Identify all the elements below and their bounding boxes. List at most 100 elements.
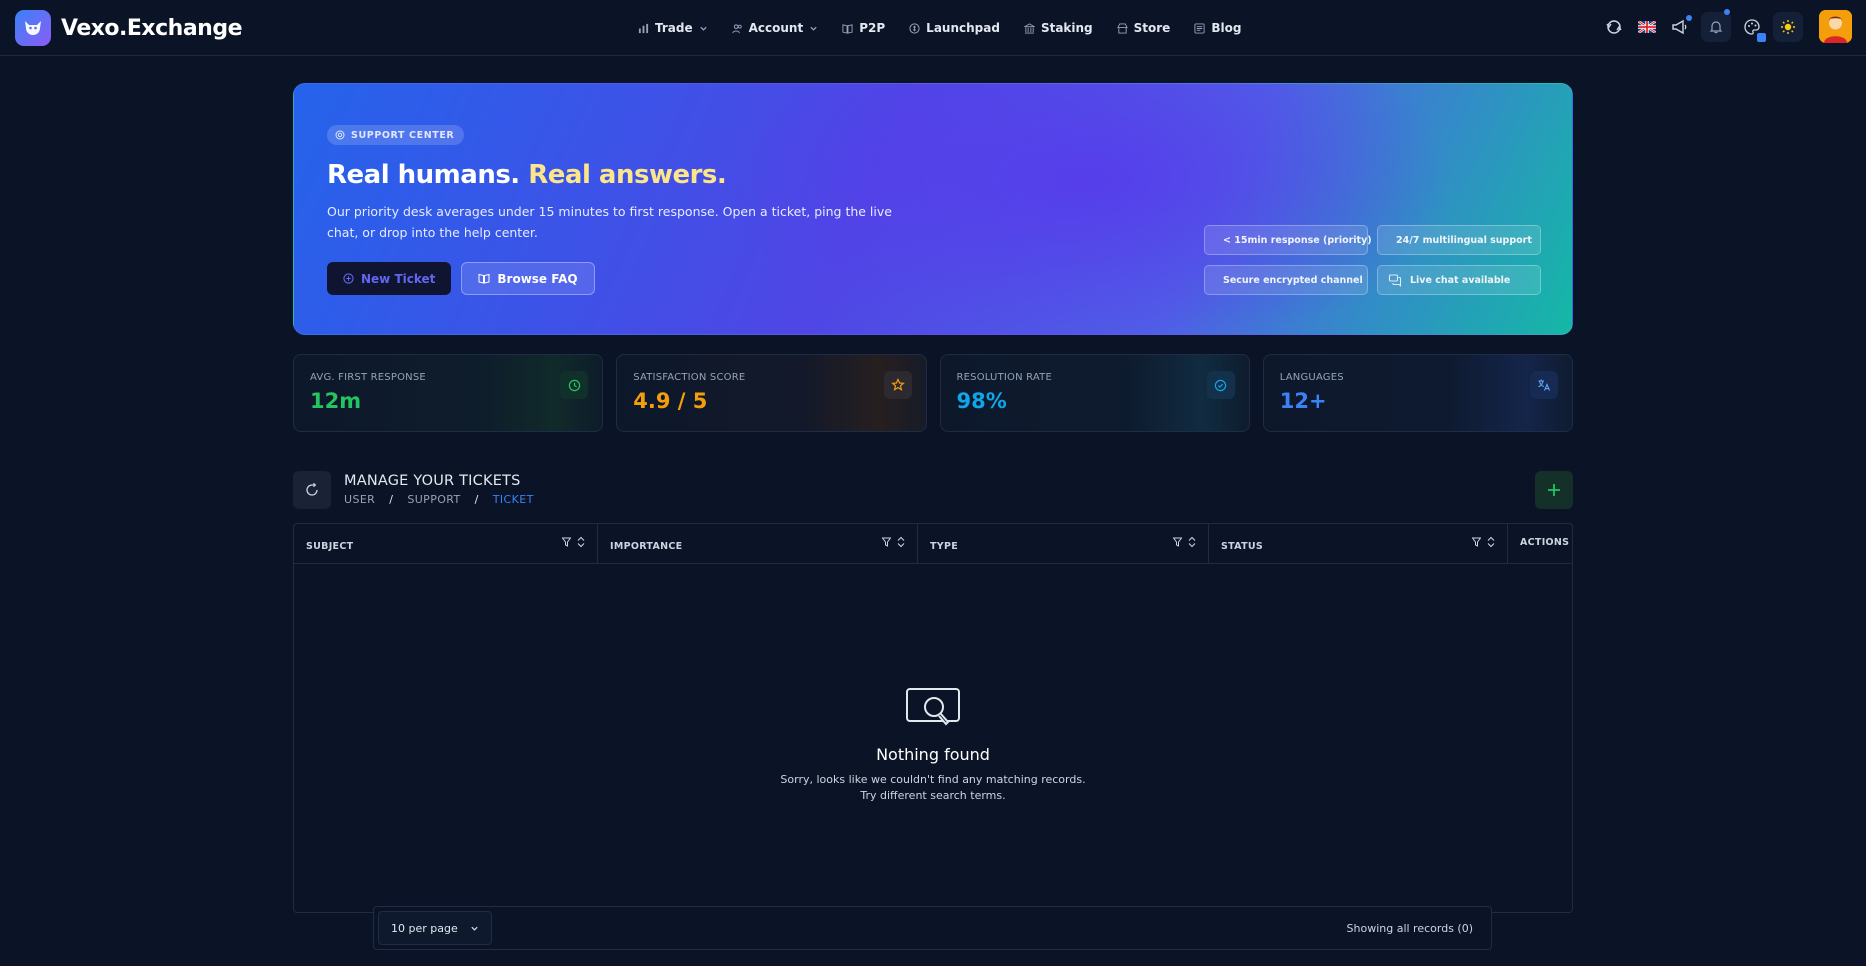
nav-item-blog[interactable]: Blog xyxy=(1194,18,1241,38)
stat-value: 4.9 / 5 xyxy=(633,389,708,413)
feature-multilingual: 24/7 multilingual support xyxy=(1377,225,1541,255)
header-actions xyxy=(1593,8,1852,43)
column-header-actions: ACTIONS xyxy=(1520,537,1570,548)
sort-icon[interactable] xyxy=(897,536,905,548)
hero-title: Real humans. Real answers. xyxy=(327,160,727,190)
notifications-button[interactable] xyxy=(1701,8,1731,42)
main-nav: Trade Account P2P Launchpad Staking Stor… xyxy=(638,18,1241,38)
stat-card-first-response: AVG. FIRST RESPONSE 12m xyxy=(293,354,604,432)
clock-icon xyxy=(560,371,589,399)
new-ticket-button[interactable]: New Ticket xyxy=(327,262,452,295)
sun-icon xyxy=(1781,19,1795,34)
book-open-icon xyxy=(478,273,490,284)
stat-card-resolution: RESOLUTION RATE 98% xyxy=(939,354,1250,432)
coin-icon xyxy=(909,22,920,34)
nav-item-label: P2P xyxy=(859,21,886,35)
chevron-down-icon xyxy=(471,926,478,931)
filter-icon[interactable] xyxy=(1173,537,1182,547)
user-avatar[interactable] xyxy=(1819,10,1852,43)
lifebuoy-icon xyxy=(335,130,345,140)
nav-item-p2p[interactable]: P2P xyxy=(842,18,885,38)
refresh-icon xyxy=(306,482,318,496)
support-stats: AVG. FIRST RESPONSE 12m SATISFACTION SCO… xyxy=(293,354,1573,432)
breadcrumb-separator: / xyxy=(389,493,394,506)
filter-icon[interactable] xyxy=(1472,537,1481,547)
nav-item-label: Launchpad xyxy=(926,21,1000,35)
breadcrumb-item-user[interactable]: USER xyxy=(344,493,375,506)
nav-item-label: Staking xyxy=(1040,21,1093,35)
per-page-select[interactable]: 10 per page xyxy=(378,911,492,945)
sort-icon[interactable] xyxy=(577,536,585,548)
announcement-icon[interactable] xyxy=(1668,14,1692,39)
column-header-importance[interactable]: IMPORTANCE xyxy=(598,524,918,564)
page-title: MANAGE YOUR TICKETS xyxy=(344,473,521,489)
book-icon xyxy=(842,23,853,34)
filter-icon[interactable] xyxy=(882,537,891,547)
top-navbar: Vexo.Exchange Trade Account P2P Launchpa… xyxy=(0,0,1866,56)
feature-live-chat: Live chat available xyxy=(1377,265,1541,295)
stat-card-satisfaction: SATISFACTION SCORE 4.9 / 5 xyxy=(616,354,927,432)
newspaper-icon xyxy=(1194,22,1205,34)
nav-item-label: Trade xyxy=(655,21,693,35)
refresh-button[interactable] xyxy=(293,471,331,509)
bell-icon xyxy=(1709,20,1723,33)
browse-faq-button[interactable]: Browse FAQ xyxy=(461,262,595,295)
nav-item-store[interactable]: Store xyxy=(1116,18,1171,38)
feature-response-time: < 15min response (priority) xyxy=(1204,225,1372,255)
plus-circle-icon xyxy=(343,273,354,284)
search-empty-icon xyxy=(905,687,961,729)
table-header: SUBJECT IMPORTANCE TYPE STATUS ACTIONS xyxy=(294,524,1572,564)
store-icon xyxy=(1116,22,1128,34)
nav-item-label: Account xyxy=(748,21,804,35)
column-header-status[interactable]: STATUS xyxy=(1209,524,1508,564)
chevron-down-icon xyxy=(699,26,707,31)
breadcrumb-separator: / xyxy=(474,493,479,506)
column-header-type[interactable]: TYPE xyxy=(918,524,1209,564)
nav-item-staking[interactable]: Staking xyxy=(1023,18,1093,38)
brand-name: Vexo.Exchange xyxy=(61,15,243,41)
uk-flag-icon[interactable] xyxy=(1635,15,1659,39)
currency-switch-icon[interactable] xyxy=(1602,15,1626,39)
translate-icon xyxy=(1530,371,1558,399)
sort-icon[interactable] xyxy=(1188,536,1196,548)
nav-item-trade[interactable]: Trade xyxy=(638,18,708,38)
stat-value: 12m xyxy=(310,389,362,413)
theme-toggle-button[interactable] xyxy=(1773,11,1803,42)
plus-icon xyxy=(1548,484,1560,496)
stat-value: 12+ xyxy=(1279,389,1327,413)
records-count: Showing all records (0) xyxy=(1346,922,1473,935)
brand-logo-icon xyxy=(15,10,51,46)
users-icon xyxy=(732,23,742,33)
nav-item-label: Blog xyxy=(1211,21,1242,35)
star-icon xyxy=(883,371,912,399)
nav-item-account[interactable]: Account xyxy=(732,18,819,38)
chevron-down-icon xyxy=(810,26,817,31)
column-header-subject[interactable]: SUBJECT xyxy=(294,524,598,564)
add-ticket-button[interactable] xyxy=(1535,471,1573,509)
stat-card-languages: LANGUAGES 12+ xyxy=(1262,354,1573,432)
support-center-badge: SUPPORT CENTER xyxy=(327,125,465,145)
table-footer: 10 per page Showing all records (0) xyxy=(373,906,1492,950)
nav-item-label: Store xyxy=(1133,21,1171,35)
stat-value: 98% xyxy=(956,389,1007,413)
bank-icon xyxy=(1023,22,1035,34)
hero-features: < 15min response (priority) 24/7 multili… xyxy=(1204,225,1541,295)
empty-state: Nothing found Sorry, looks like we could… xyxy=(294,687,1572,804)
empty-title: Nothing found xyxy=(876,745,990,764)
brand[interactable]: Vexo.Exchange xyxy=(15,10,243,46)
breadcrumb: USER / SUPPORT / TICKET xyxy=(344,493,534,506)
nav-item-launchpad[interactable]: Launchpad xyxy=(909,18,1000,38)
empty-message: Sorry, looks like we couldn't find any m… xyxy=(780,773,1086,802)
filter-icon[interactable] xyxy=(562,537,571,547)
chat-icon xyxy=(1388,274,1402,287)
check-circle-icon xyxy=(1206,371,1235,399)
breadcrumb-item-support[interactable]: SUPPORT xyxy=(407,493,460,506)
hero-subtitle: Our priority desk averages under 15 minu… xyxy=(327,204,892,240)
chart-bar-icon xyxy=(638,23,649,33)
tickets-table: SUBJECT IMPORTANCE TYPE STATUS ACTIONS N… xyxy=(293,523,1573,913)
sort-icon[interactable] xyxy=(1487,536,1495,548)
support-hero-banner: SUPPORT CENTER Real humans. Real answers… xyxy=(293,83,1573,335)
hero-title-accent: Real answers. xyxy=(528,160,727,190)
feature-secure-channel: Secure encrypted channel xyxy=(1204,265,1368,295)
palette-icon[interactable] xyxy=(1740,15,1766,42)
